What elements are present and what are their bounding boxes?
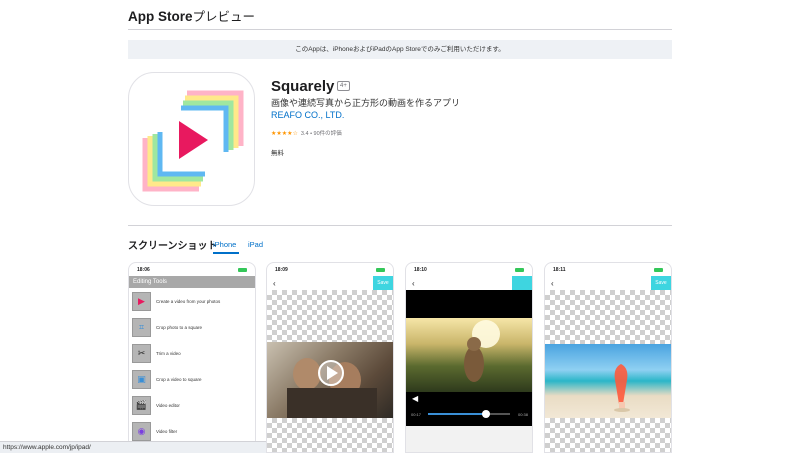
tool-item: ▶ Create a video from your photos: [129, 288, 255, 314]
back-chevron-icon: ‹: [412, 278, 415, 288]
status-time: 18:10: [414, 266, 427, 273]
back-chevron-icon: ‹: [273, 278, 276, 288]
photo-preview: [267, 342, 393, 418]
screenshot-2[interactable]: 18:09 b ‹ Save: [266, 262, 394, 453]
photo-preview: [545, 344, 671, 418]
tool-label: Video filter: [156, 428, 178, 434]
app-icon: [128, 72, 255, 206]
phone-navbar: ‹ Save: [267, 276, 393, 290]
filter-icon: ◉: [132, 421, 151, 441]
timeline-area: [406, 426, 532, 452]
save-button: Save: [373, 276, 393, 290]
tool-label: Trim a video: [156, 350, 181, 356]
tool-label: Video editor: [156, 402, 180, 408]
section-divider: [128, 225, 672, 226]
phone-statusbar: 18:11 b: [545, 263, 671, 276]
screenshot-4[interactable]: 18:11 b ‹ Save: [544, 262, 672, 453]
volume-icon[interactable]: ◀: [412, 394, 418, 403]
price-label: 無料: [271, 150, 284, 157]
battery-icon: b: [238, 267, 247, 272]
header-divider: [128, 29, 672, 30]
tool-label: Crop a video to square: [156, 376, 202, 382]
app-store-preview-page: App Storeプレビュー このAppは、iPhoneおよびiPadのApp …: [0, 0, 800, 453]
star-rating-icon: ★★★★☆: [271, 130, 298, 137]
header-brand[interactable]: App Store: [128, 9, 193, 24]
screenshots-title: スクリーンショット: [128, 241, 218, 252]
tool-label: Crop photo to a square: [156, 324, 203, 330]
tool-item: ✂ Trim a video: [129, 340, 255, 366]
battery-icon: b: [654, 267, 663, 272]
phone-navbar: ‹ Save: [545, 276, 671, 290]
tab-ipad[interactable]: iPad: [248, 240, 263, 249]
tab-active-underline: [213, 252, 239, 254]
crop-icon: ⌗: [132, 317, 151, 337]
status-time: 18:11: [553, 266, 566, 273]
time-end: 00:38: [517, 412, 528, 417]
video-letterbox-top: [406, 290, 532, 318]
phone-statusbar: 18:06 b: [129, 263, 255, 276]
save-button: [512, 276, 532, 290]
tool-item: 🎬 Video editor: [129, 392, 255, 418]
header-suffix: プレビュー: [192, 10, 256, 24]
app-title: Squarely: [271, 78, 335, 95]
rating-text: 3.4 • 90件の評価: [300, 131, 342, 137]
tool-label: Create a video from your photos: [156, 298, 221, 304]
save-button: Save: [651, 276, 671, 290]
status-time: 18:06: [137, 266, 150, 273]
seek-bar[interactable]: [428, 410, 510, 418]
browser-status-url: https://www.apple.com/jp/ipad/: [0, 441, 266, 453]
tab-iphone[interactable]: iPhone: [213, 240, 236, 249]
play-triangle: [179, 121, 208, 159]
time-start: 00:17: [411, 412, 422, 417]
page-header: App Storeプレビュー: [128, 6, 255, 25]
seek-bar-played: [428, 413, 486, 415]
video-preview: [406, 318, 532, 392]
screenshot-3[interactable]: 18:10 b ‹ ◀ 00:17 00:38: [405, 262, 533, 453]
phone-statusbar: 18:10 b: [406, 263, 532, 276]
transparent-area: [545, 290, 671, 344]
transparent-area: [545, 418, 671, 452]
video-controls: ◀ 00:17 00:38: [406, 392, 532, 426]
phone-navbar: ‹: [406, 276, 532, 290]
status-time: 18:09: [275, 266, 288, 273]
tool-item: ▣ Crop a video to square: [129, 366, 255, 392]
screenshot-1[interactable]: 18:06 b Editing Tools ▶ Create a video f…: [128, 262, 256, 453]
play-icon: ▶: [132, 291, 151, 311]
phone-statusbar: 18:09 b: [267, 263, 393, 276]
age-rating-badge: 4+: [337, 81, 350, 91]
transparent-area: [267, 290, 393, 342]
crop-video-icon: ▣: [132, 369, 151, 389]
availability-notice: このAppは、iPhoneおよびiPadのApp Storeでのみご利用いただけ…: [128, 40, 672, 59]
battery-icon: b: [515, 267, 524, 272]
battery-icon: b: [376, 267, 385, 272]
editing-tools-header: Editing Tools: [129, 276, 255, 288]
transparent-area: [267, 418, 393, 452]
seek-thumb[interactable]: [482, 410, 490, 418]
trim-icon: ✂: [132, 343, 151, 363]
rating-row: ★★★★☆ 3.4 • 90件の評価: [271, 129, 342, 138]
app-subtitle: 画像や連続写真から正方形の動画を作るアプリ: [271, 98, 461, 108]
back-chevron-icon: ‹: [551, 278, 554, 288]
tool-item: ⌗ Crop photo to a square: [129, 314, 255, 340]
clapper-icon: 🎬: [132, 395, 151, 415]
developer-link[interactable]: REAFO CO., LTD.: [271, 110, 344, 120]
